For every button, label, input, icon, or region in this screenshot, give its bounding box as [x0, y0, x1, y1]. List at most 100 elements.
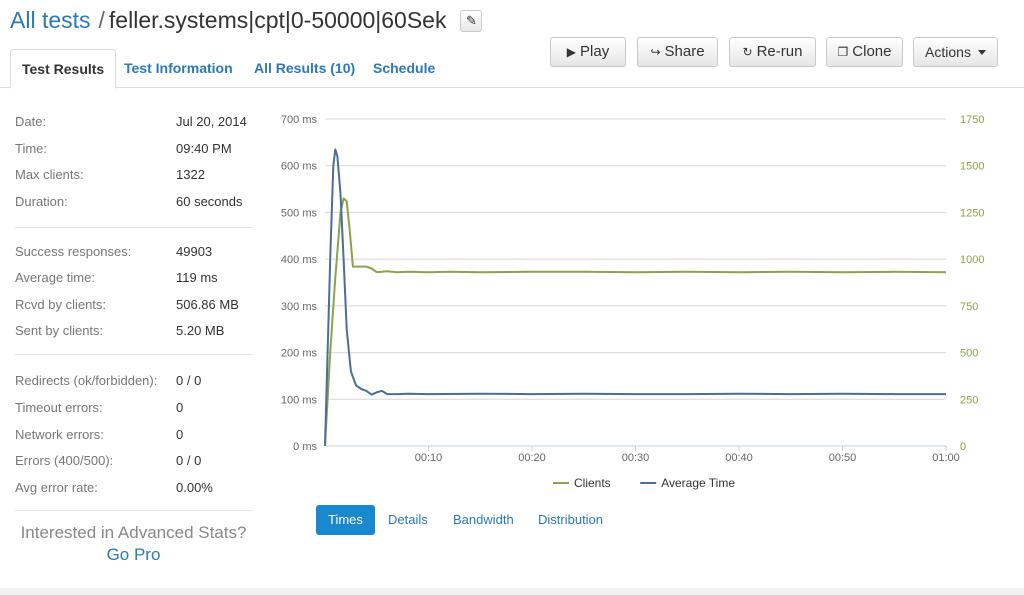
- stat-label: Timeout errors:: [15, 400, 103, 415]
- stat-label: Rcvd by clients:: [15, 297, 107, 312]
- stat-label: Avg error rate:: [15, 480, 98, 495]
- x-tick-label: 00:20: [518, 452, 546, 464]
- x-tick-label: 01:00: [932, 452, 960, 464]
- promo-question: Interested in Advanced Stats?: [20, 523, 247, 542]
- stats-divider: [15, 354, 252, 355]
- tab-all-results[interactable]: All Results (10): [254, 49, 355, 89]
- stat-value: Jul 20, 2014: [176, 114, 247, 129]
- refresh-icon: ↻: [742, 45, 753, 59]
- y-right-tick-label: 1750: [960, 114, 984, 126]
- stat-value: 0: [176, 400, 184, 415]
- legend-label: Average Time: [661, 476, 735, 490]
- play-button[interactable]: ▶ Play: [550, 37, 626, 67]
- rerun-button[interactable]: ↻ Re-run: [729, 37, 816, 67]
- y-right-tick-label: 1500: [960, 161, 984, 173]
- stat-sent-by-clients: Sent by clients: 5.20 MB: [15, 323, 252, 343]
- pencil-icon: ✎: [466, 13, 477, 28]
- y-left-tick-label: 200 ms: [281, 348, 318, 360]
- stat-timeout-errors: Timeout errors: 0: [15, 400, 252, 420]
- stat-value: 506.86 MB: [176, 297, 239, 312]
- actions-dropdown[interactable]: Actions: [913, 37, 998, 67]
- stat-label: Duration:: [15, 194, 68, 209]
- y-right-tick-label: 500: [960, 348, 978, 360]
- stat-average-time: Average time: 119 ms: [15, 270, 252, 290]
- play-icon: ▶: [566, 45, 577, 59]
- stat-rcvd-by-clients: Rcvd by clients: 506.86 MB: [15, 297, 252, 317]
- clone-label: Clone: [852, 43, 892, 60]
- y-right-tick-label: 1250: [960, 207, 984, 219]
- copy-icon: ❐: [837, 45, 849, 59]
- stat-redirects: Redirects (ok/forbidden): 0 / 0: [15, 373, 252, 393]
- chart-tab-bandwidth[interactable]: Bandwidth: [453, 505, 514, 535]
- stat-value: 60 seconds: [176, 194, 243, 209]
- tab-test-results[interactable]: Test Results: [10, 49, 117, 89]
- page-header: All tests / feller.systems|cpt|0-50000|60S…: [0, 0, 1024, 89]
- stat-label: Average time:: [15, 270, 95, 285]
- tab-schedule[interactable]: Schedule: [373, 49, 435, 89]
- y-right-tick-label: 1000: [960, 254, 984, 266]
- stat-errors-400-500: Errors (400/500): 0 / 0: [15, 453, 252, 473]
- stat-value: 1322: [176, 167, 205, 182]
- rerun-label: Re-run: [756, 43, 803, 60]
- actions-label: Actions: [925, 44, 971, 60]
- chart-tab-times[interactable]: Times: [316, 505, 375, 535]
- stat-date: Date: Jul 20, 2014: [15, 114, 252, 134]
- caret-down-icon: [977, 50, 986, 55]
- y-left-tick-label: 500 ms: [281, 207, 318, 219]
- go-pro-link[interactable]: Go Pro: [15, 545, 252, 565]
- stat-avg-error-rate: Avg error rate: 0.00%: [15, 480, 252, 500]
- page-footer: [0, 588, 1024, 595]
- stat-label: Network errors:: [15, 427, 104, 442]
- stat-label: Sent by clients:: [15, 323, 104, 338]
- stat-value: 49903: [176, 244, 213, 259]
- breadcrumb: All tests / feller.systems|cpt|0-50000|60S…: [10, 6, 483, 34]
- stat-label: Success responses:: [15, 244, 132, 259]
- x-tick-label: 00:10: [415, 452, 443, 464]
- y-right-tick-label: 250: [960, 394, 978, 406]
- stat-success-responses: Success responses: 49903: [15, 244, 252, 264]
- stat-value: 09:40 PM: [176, 141, 232, 156]
- page-title: feller.systems|cpt|0-50000|60Sek: [108, 7, 447, 33]
- stat-value: 5.20 MB: [176, 323, 225, 338]
- clone-button[interactable]: ❐ Clone: [826, 37, 903, 67]
- share-button[interactable]: ↪ Share: [637, 37, 718, 67]
- clients-series-line: [324, 197, 947, 447]
- x-tick-label: 00:50: [829, 452, 857, 464]
- stat-label: Errors (400/500):: [15, 453, 114, 468]
- stat-duration: Duration: 60 seconds: [15, 194, 252, 214]
- stat-value: 0.00%: [176, 480, 213, 495]
- stat-label: Redirects (ok/forbidden):: [15, 373, 158, 388]
- legend-label: Clients: [574, 476, 611, 490]
- stat-label: Max clients:: [15, 167, 84, 182]
- stat-label: Time:: [15, 141, 48, 156]
- stat-value: 0 / 0: [176, 453, 202, 468]
- share-icon: ↪: [650, 45, 661, 59]
- breadcrumb-separator: /: [98, 7, 105, 33]
- stat-max-clients: Max clients: 1322: [15, 167, 252, 187]
- go-pro-promo: Interested in Advanced Stats? Go Pro: [15, 523, 252, 565]
- all-tests-link[interactable]: All tests: [10, 7, 91, 33]
- y-left-tick-label: 0 ms: [293, 441, 317, 453]
- y-right-tick-label: 0: [960, 441, 966, 453]
- x-tick-label: 00:40: [725, 452, 753, 464]
- chart-tab-distribution[interactable]: Distribution: [538, 505, 603, 535]
- stats-divider: [15, 227, 252, 228]
- chart-tab-details[interactable]: Details: [388, 505, 428, 535]
- y-left-tick-label: 700 ms: [281, 114, 318, 126]
- average-time-series-line: [324, 148, 946, 447]
- x-tick-label: 00:30: [622, 452, 650, 464]
- stats-divider: [15, 510, 252, 511]
- y-left-tick-label: 300 ms: [281, 301, 318, 313]
- y-left-tick-label: 400 ms: [281, 254, 318, 266]
- edit-title-button[interactable]: ✎: [460, 10, 483, 32]
- y-left-tick-label: 600 ms: [281, 161, 318, 173]
- play-label: Play: [580, 43, 610, 60]
- stat-value: 119 ms: [176, 270, 218, 285]
- stat-network-errors: Network errors: 0: [15, 427, 252, 447]
- stat-label: Date:: [15, 114, 47, 129]
- tab-test-information[interactable]: Test Information: [124, 49, 233, 89]
- y-right-tick-label: 750: [960, 301, 978, 313]
- y-left-tick-label: 100 ms: [281, 394, 318, 406]
- stat-value: 0 / 0: [176, 373, 202, 388]
- stat-time: Time: 09:40 PM: [15, 141, 252, 161]
